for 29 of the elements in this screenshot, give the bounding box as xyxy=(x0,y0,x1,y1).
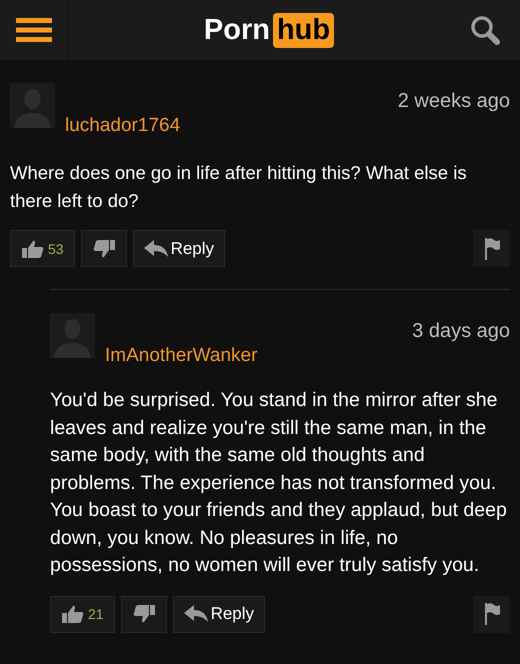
logo-text: Porn xyxy=(204,14,270,46)
flag-button[interactable] xyxy=(473,230,510,267)
flag-icon xyxy=(484,603,500,625)
flag-button[interactable] xyxy=(473,596,510,632)
reply-button[interactable]: Reply xyxy=(172,596,266,632)
comment-time: 3 days ago xyxy=(412,320,510,343)
comment-text: Where does one go in life after hitting this? What else is there left to do? xyxy=(10,161,468,212)
search-icon[interactable] xyxy=(470,15,500,45)
flag-icon xyxy=(484,238,500,260)
thumbs-down-icon xyxy=(92,238,116,258)
reply-arrow-icon xyxy=(144,240,168,258)
thumbs-down-icon xyxy=(132,604,156,624)
thumbs-up-icon xyxy=(61,604,85,624)
reply-arrow-icon xyxy=(184,605,208,623)
dislike-button[interactable] xyxy=(80,230,127,267)
avatar-icon xyxy=(50,313,95,358)
logo-badge: hub xyxy=(272,12,334,48)
thumbs-up-icon xyxy=(21,238,45,258)
username-link[interactable]: luchador1764 xyxy=(65,115,180,137)
comment-text: You'd be surprised. You stand in the mirror after she leaves and realize you're still the same man, in the same body, with the same old thoughts and problems. The experience has not transformed you. You boast to your friends and they applaud, but deep down, you know. No pleasures in life, no possessions, no women will ever truly satisfy you. xyxy=(50,388,508,578)
username-link[interactable]: ImAnotherWanker xyxy=(105,345,258,367)
comment-time: 2 weeks ago xyxy=(398,90,510,113)
like-button[interactable]: 21 xyxy=(50,596,115,632)
dislike-button[interactable] xyxy=(120,596,167,632)
avatar-icon xyxy=(10,83,55,128)
reply-button[interactable]: Reply xyxy=(132,230,226,267)
menu-icon xyxy=(16,18,52,42)
like-button[interactable]: 53 xyxy=(10,230,75,267)
logo[interactable]: Porn hub xyxy=(68,12,470,48)
